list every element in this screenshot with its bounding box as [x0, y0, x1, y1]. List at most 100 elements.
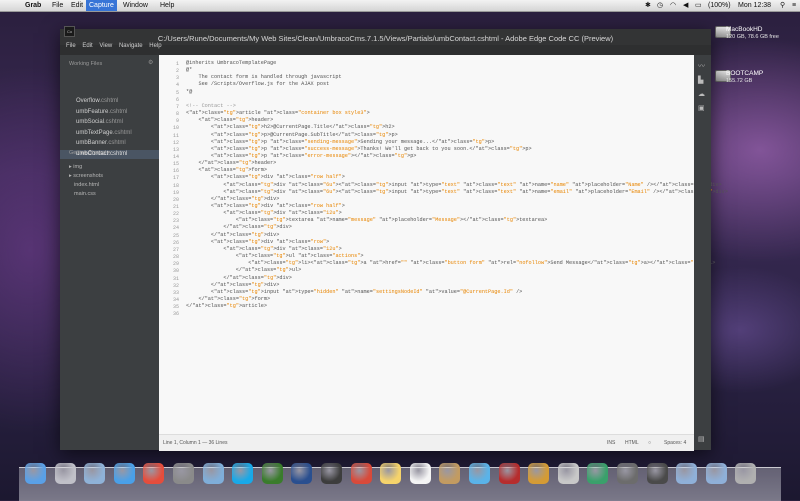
facetime-icon[interactable] [321, 463, 342, 484]
folder-icon[interactable] [676, 463, 698, 484]
code-line: <"at">class="tg">div "at">class="6u"><"a… [186, 188, 728, 195]
edge-code-window: Co C:/Users/Rune/Documents/My Web Sites/… [60, 26, 728, 451]
working-file-name: umbFeature.cshtml [76, 108, 127, 117]
line-number: 3 [175, 75, 179, 82]
cloud-icon[interactable]: ☁ [698, 91, 706, 98]
lint-status-icon[interactable]: ○ [648, 435, 651, 451]
skype-icon[interactable] [232, 463, 254, 484]
working-file-item[interactable]: umbSocial.cshtml [60, 118, 159, 127]
photoshop-icon[interactable] [291, 463, 313, 484]
code-line: </"at">class="tg">div> [186, 281, 280, 288]
iphoto-icon[interactable] [528, 463, 550, 484]
code-line: <"at">class="tg">header> [186, 117, 274, 124]
code-line: </"at">class="tg">form> [186, 295, 271, 302]
working-file-item[interactable]: umbTextPage.cshtml [60, 129, 159, 138]
file-extension: .cshtml [99, 98, 119, 104]
menu-edit[interactable]: Edit [68, 0, 86, 11]
line-number: 21 [172, 204, 179, 210]
menubar-clock[interactable]: Mon 12:38 [738, 0, 771, 11]
window-menu-file[interactable]: File [66, 43, 76, 49]
code-editor[interactable]: 1 2 3 4 5 6 7 8 9 10 11 12 13 14 15 16 17 18 19 20 21 22 23 24 2… [159, 55, 728, 434]
address-book-icon[interactable] [439, 463, 461, 484]
code-line: </"at">class="tg">article> [186, 303, 267, 310]
extension-manager-icon[interactable]: ▙ [698, 77, 706, 84]
line-number: 32 [172, 282, 179, 289]
menu-capture[interactable]: Capture [86, 0, 117, 11]
drive-name: MacBookHD [726, 26, 763, 33]
photo-booth-icon[interactable] [498, 463, 520, 484]
volume-icon[interactable]: ◀ [683, 0, 688, 11]
line-number: 5 [175, 89, 179, 96]
tree-file-main-css[interactable]: main.css [74, 190, 96, 198]
working-file-item[interactable]: umbBanner.cshtml [60, 139, 159, 148]
spotlight-icon[interactable]: ⚲ [780, 0, 785, 11]
window-menu-view[interactable]: View [99, 43, 112, 49]
inspect-icon[interactable]: ▣ [698, 105, 706, 112]
menu-grab[interactable]: Grab [22, 0, 44, 11]
tree-folder-img[interactable]: ▸ img [69, 163, 82, 171]
tree-file-index[interactable]: index.html [74, 181, 99, 189]
code-line: <"at">class="tg">div "at">class="row"> [186, 238, 330, 245]
line-number: 36 [172, 311, 179, 318]
mail-icon[interactable] [202, 463, 224, 484]
preview-icon[interactable] [84, 463, 106, 484]
dreamweaver-icon[interactable] [261, 463, 283, 484]
grab-icon[interactable] [617, 463, 638, 484]
code-line: </"at">class="tg">div> [186, 231, 280, 238]
code-line: <"at">class="tg">p "at">class="error-mes… [186, 152, 417, 159]
code-line: <"at">class="tg">form> [186, 167, 267, 174]
launchpad-icon[interactable] [54, 463, 76, 484]
drive-size: 155.72 GB [726, 78, 753, 84]
finder-icon[interactable] [25, 463, 46, 484]
tree-folder-screenshots[interactable]: ▸ screenshots [69, 172, 103, 180]
window-menu-navigate[interactable]: Navigate [119, 43, 143, 49]
gear-icon[interactable]: ⚙ [148, 60, 154, 66]
line-number: 26 [172, 239, 179, 246]
live-preview-icon[interactable]: 〰 [698, 63, 706, 70]
window-menu-edit[interactable]: Edit [82, 43, 92, 49]
code-line: <"at">class="tg">div "at">class="row hal… [186, 174, 345, 181]
battery-icon[interactable]: ▭ [695, 0, 702, 11]
line-number: 33 [172, 289, 179, 296]
line-number: 30 [172, 268, 179, 275]
project-dropdown[interactable]: Getting Started ▾ [69, 150, 110, 156]
indent-setting[interactable]: Spaces: 4 [664, 435, 686, 451]
language-mode[interactable]: HTML [625, 435, 639, 451]
line-number: 6 [175, 96, 179, 103]
notes-icon[interactable] [380, 463, 402, 484]
insert-mode[interactable]: INS [607, 435, 615, 451]
line-number: 24 [172, 225, 179, 232]
code-line: <"at">class="tg">article "at">class="con… [186, 110, 370, 117]
parallels-icon[interactable] [350, 463, 372, 484]
line-number: 13 [172, 146, 179, 153]
clock-icon[interactable]: ◷ [657, 0, 663, 11]
menu-window[interactable]: Window [120, 0, 151, 11]
working-file-item[interactable]: Overflow.cshtml [60, 97, 159, 106]
working-file-item[interactable]: umbFeature.cshtml [60, 108, 159, 117]
pdf-icon[interactable] [557, 463, 579, 484]
code-line: <"at">class="tg">input "at">type="hidden… [186, 288, 523, 295]
line-number: 17 [172, 175, 179, 182]
line-number: 7 [175, 103, 179, 110]
downloads-icon[interactable] [705, 463, 727, 484]
feedback-icon[interactable]: ▤ [698, 436, 706, 443]
status-bar: Line 1, Column 1 — 36 Lines INS HTML ○ S… [159, 434, 694, 451]
system-preferences-icon[interactable] [173, 463, 194, 484]
window-menu-help[interactable]: Help [149, 43, 161, 49]
itunes-icon[interactable] [469, 463, 490, 484]
wifi-icon[interactable]: ◠ [670, 0, 676, 11]
trash-icon[interactable] [735, 463, 757, 484]
menu-file[interactable]: File [49, 0, 66, 11]
bluetooth-icon[interactable]: ✱ [645, 0, 651, 11]
safari-icon[interactable] [113, 463, 135, 484]
line-number: 20 [172, 196, 179, 203]
menu-help[interactable]: Help [157, 0, 177, 11]
calendar-icon[interactable] [409, 463, 431, 484]
window-title: C:/Users/Rune/Documents/My Web Sites/Cle… [157, 34, 614, 43]
chrome-icon[interactable] [143, 463, 165, 484]
line-number: 14 [172, 153, 179, 160]
notification-icon[interactable]: ≡ [792, 0, 796, 11]
project-name: Getting Started [69, 150, 106, 156]
time-machine-icon[interactable] [587, 463, 609, 484]
screen-icon[interactable] [646, 463, 668, 484]
